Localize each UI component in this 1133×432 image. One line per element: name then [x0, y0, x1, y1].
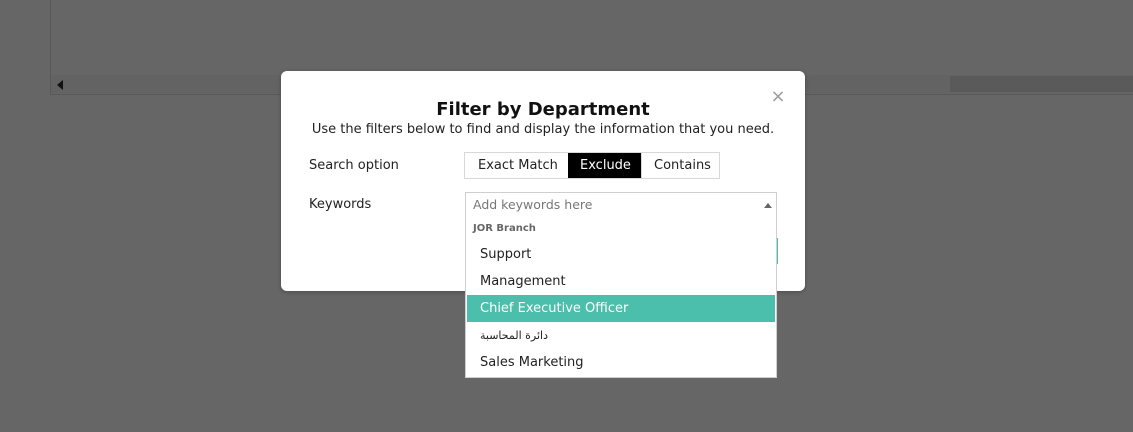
- scrollbar-thumb[interactable]: [950, 76, 1133, 92]
- option-chief-executive-officer[interactable]: Chief Executive Officer: [467, 295, 775, 322]
- scroll-left-arrow-icon[interactable]: [57, 80, 63, 90]
- keywords-input[interactable]: Add keywords here: [465, 192, 777, 217]
- keywords-placeholder: Add keywords here: [473, 197, 593, 212]
- option-management[interactable]: Management: [467, 268, 775, 295]
- keywords-dropdown: JOR Branch Support Management Chief Exec…: [465, 216, 777, 378]
- contains-button[interactable]: Contains: [641, 153, 719, 178]
- modal-title: Filter by Department: [436, 99, 650, 120]
- search-option-label: Search option: [309, 158, 399, 173]
- exact-match-button[interactable]: Exact Match: [465, 153, 568, 178]
- exclude-button[interactable]: Exclude: [568, 153, 641, 178]
- option-support[interactable]: Support: [467, 241, 775, 268]
- caret-up-icon[interactable]: [764, 203, 772, 208]
- option-sales-marketing[interactable]: Sales Marketing: [467, 349, 775, 376]
- dropdown-group-label: JOR Branch: [473, 223, 536, 234]
- option-accounting-department[interactable]: دائرة المحاسبة: [467, 322, 775, 349]
- search-option-toggle: Exact Match Exclude Contains: [464, 152, 720, 179]
- keywords-label: Keywords: [309, 197, 372, 212]
- modal-subtitle: Use the filters below to find and displa…: [311, 122, 775, 137]
